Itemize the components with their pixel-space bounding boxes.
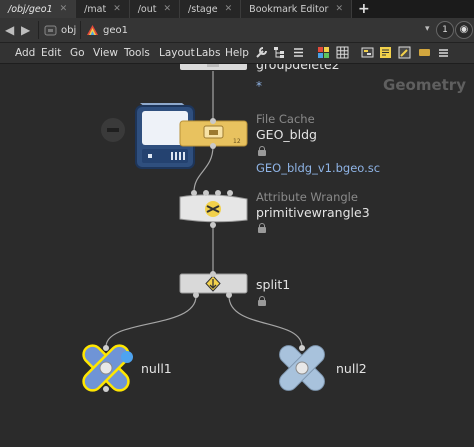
lock-icon <box>258 146 266 158</box>
lock-icon <box>258 223 266 235</box>
node-minus-badge[interactable] <box>101 118 125 142</box>
node-name-filecache: GEO_bldg <box>256 127 317 142</box>
node-name-wrangle: primitivewrangle3 <box>256 205 370 220</box>
node-null1[interactable] <box>66 328 145 407</box>
node-name-null2: null2 <box>336 361 367 376</box>
node-graph: groupdelete2 * 12 <box>66 56 341 407</box>
node-flag-groupdelete: * <box>256 79 262 93</box>
lock-icon <box>258 296 266 308</box>
node-primitivewrangle3[interactable] <box>179 190 248 228</box>
node-filecache[interactable]: 12 <box>179 118 248 149</box>
node-type-filecache: File Cache <box>256 112 315 126</box>
svg-text:12: 12 <box>233 138 241 145</box>
node-null2[interactable] <box>262 328 341 407</box>
node-split1[interactable] <box>179 271 248 298</box>
wire-split-to-null1 <box>105 295 197 348</box>
node-file-path: GEO_bldg_v1.bgeo.sc <box>256 161 381 175</box>
wire-filecache-to-wrangle <box>193 145 214 193</box>
node-type-wrangle: Attribute Wrangle <box>256 190 358 204</box>
node-groupdelete[interactable] <box>180 56 247 70</box>
node-name-null1: null1 <box>141 361 172 376</box>
node-name-groupdelete: groupdelete2 <box>256 57 340 72</box>
node-name-split: split1 <box>256 277 291 292</box>
